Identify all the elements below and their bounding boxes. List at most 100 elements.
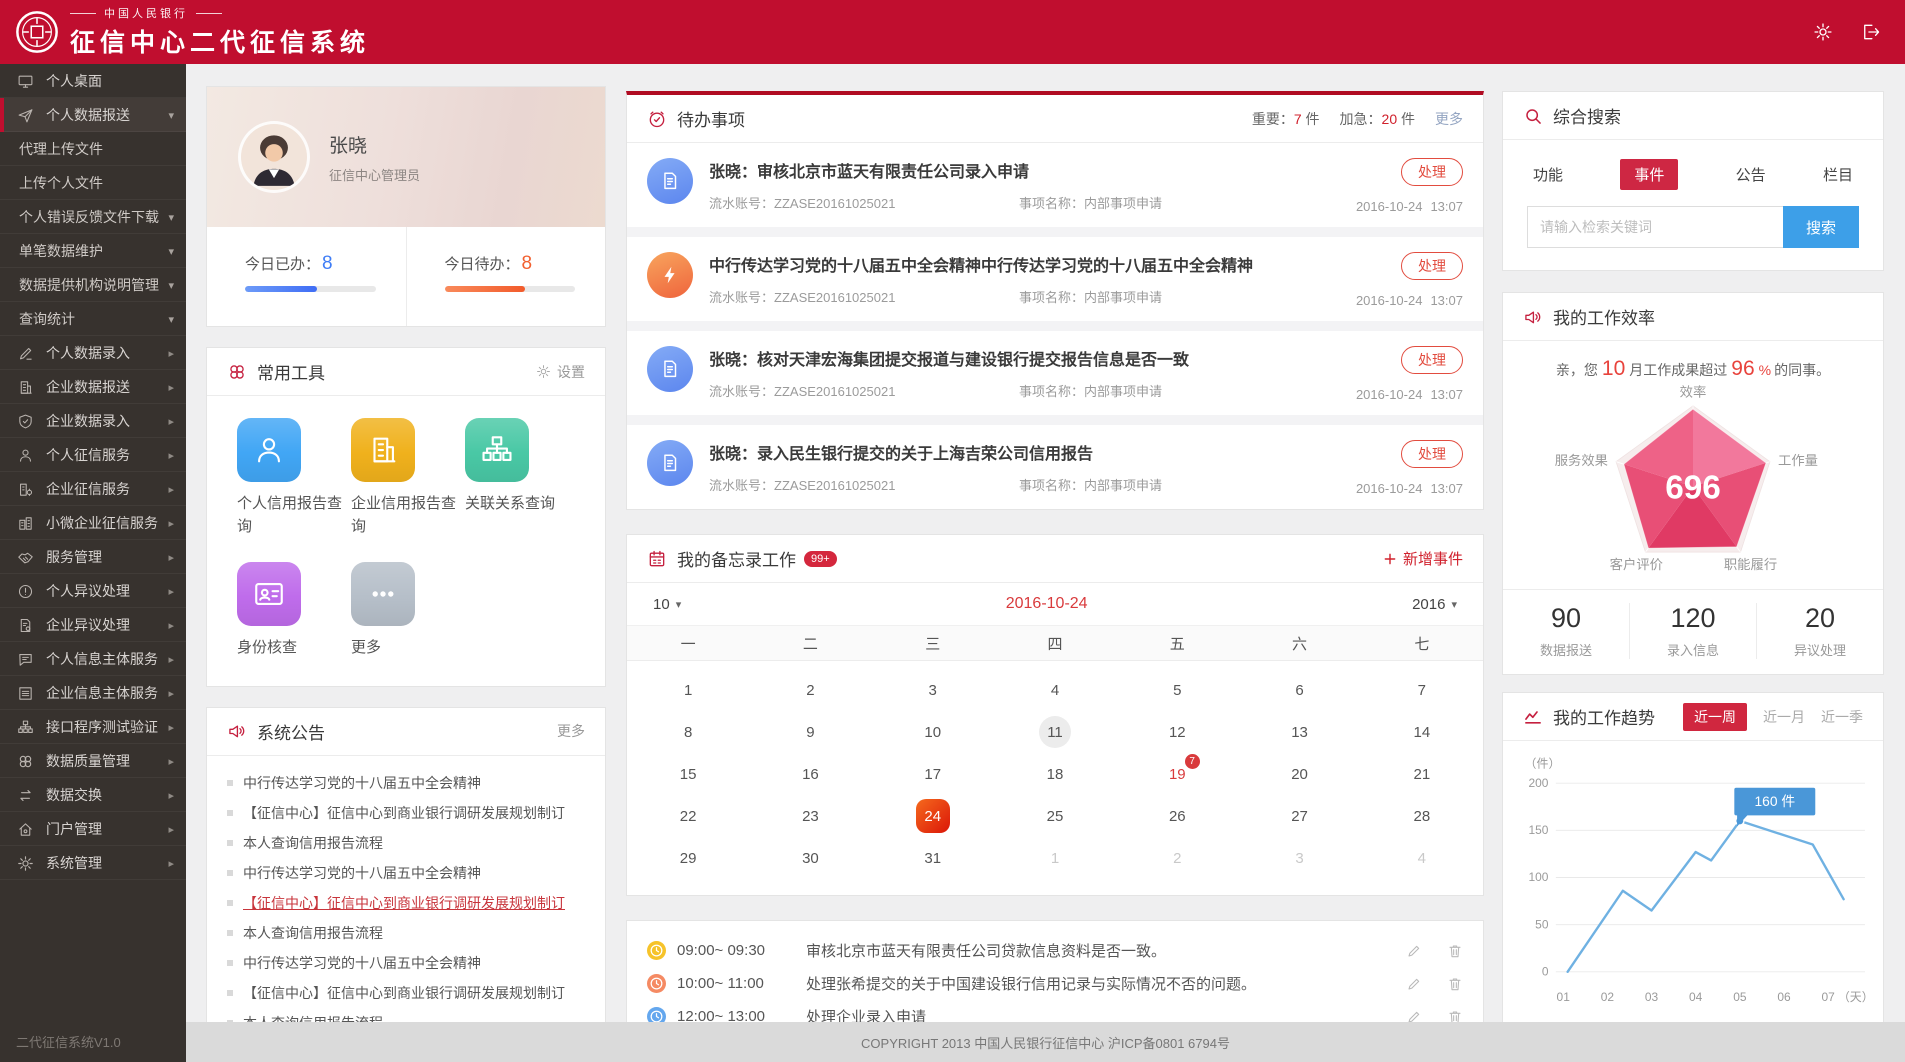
tool-item[interactable]: 关联关系查询: [465, 418, 579, 538]
sidebar-item[interactable]: 企业数据录入: [0, 404, 186, 438]
calendar-day[interactable]: 7: [1361, 669, 1483, 711]
sidebar-item[interactable]: 个人征信服务: [0, 438, 186, 472]
announcement-item[interactable]: 本人查询信用报告流程: [227, 828, 585, 858]
sidebar-item[interactable]: 上传个人文件: [0, 166, 186, 200]
sidebar-item[interactable]: 企业数据报送: [0, 370, 186, 404]
search-button[interactable]: 搜索: [1783, 206, 1859, 248]
calendar-day[interactable]: 17: [872, 753, 994, 795]
calendar-day[interactable]: 2: [1116, 837, 1238, 879]
calendar-day[interactable]: 4: [1361, 837, 1483, 879]
tool-item[interactable]: 更多: [351, 562, 465, 660]
search-tab[interactable]: 公告: [1736, 159, 1766, 190]
sidebar-item[interactable]: 企业征信服务: [0, 472, 186, 506]
calendar-day[interactable]: 26: [1116, 795, 1238, 837]
todo-item[interactable]: 张晓：核对天津宏海集团提交报道与建设银行提交报告信息是否一致 流水账号：ZZAS…: [627, 331, 1483, 415]
calendar-day[interactable]: 2: [749, 669, 871, 711]
sidebar-item[interactable]: 数据质量管理: [0, 744, 186, 778]
sidebar-item[interactable]: 单笔数据维护: [0, 234, 186, 268]
trend-tab[interactable]: 近一周: [1683, 702, 1747, 731]
calendar-day[interactable]: 12: [1116, 711, 1238, 753]
calendar-day[interactable]: 31: [872, 837, 994, 879]
tool-item[interactable]: 身份核查: [237, 562, 351, 660]
search-tab[interactable]: 事件: [1620, 159, 1679, 190]
calendar-day[interactable]: 6: [1238, 669, 1360, 711]
trend-tab[interactable]: 近一月: [1763, 707, 1805, 727]
announcement-item[interactable]: 【征信中心】征信中心到商业银行调研发展规划制订: [227, 888, 585, 918]
calendar-day[interactable]: 3: [1238, 837, 1360, 879]
sidebar-item[interactable]: 个人异议处理: [0, 574, 186, 608]
year-select[interactable]: 2016: [1412, 596, 1457, 613]
calendar-day[interactable]: 1: [627, 669, 749, 711]
month-select[interactable]: 10: [653, 596, 681, 613]
edit-icon[interactable]: [1406, 943, 1422, 959]
handle-button[interactable]: 处理: [1401, 440, 1463, 468]
calendar-day[interactable]: 27: [1238, 795, 1360, 837]
announcement-item[interactable]: 中行传达学习党的十八届五中全会精神: [227, 858, 585, 888]
calendar-day[interactable]: 13: [1238, 711, 1360, 753]
calendar-day[interactable]: 20: [1238, 753, 1360, 795]
sidebar-item[interactable]: 个人数据录入: [0, 336, 186, 370]
sidebar-item[interactable]: 代理上传文件: [0, 132, 186, 166]
handle-button[interactable]: 处理: [1401, 158, 1463, 186]
announcements-more-link[interactable]: 更多: [557, 721, 585, 741]
sidebar-item[interactable]: 数据提供机构说明管理: [0, 268, 186, 302]
sidebar-item[interactable]: 个人信息主体服务: [0, 642, 186, 676]
calendar-day[interactable]: 29: [627, 837, 749, 879]
calendar-day[interactable]: 18: [994, 753, 1116, 795]
todos-more-link[interactable]: 更多: [1435, 109, 1463, 129]
trash-icon[interactable]: [1447, 976, 1463, 992]
calendar-day[interactable]: 23: [749, 795, 871, 837]
calendar-day[interactable]: 5: [1116, 669, 1238, 711]
calendar-day[interactable]: 14: [1361, 711, 1483, 753]
edit-icon[interactable]: [1406, 976, 1422, 992]
calendar-day[interactable]: 9: [749, 711, 871, 753]
calendar-day[interactable]: 25: [994, 795, 1116, 837]
calendar-day[interactable]: 4: [994, 669, 1116, 711]
calendar-day[interactable]: 11: [994, 711, 1116, 753]
calendar-day[interactable]: 10: [872, 711, 994, 753]
calendar-day[interactable]: 3: [872, 669, 994, 711]
sidebar-item[interactable]: 企业异议处理: [0, 608, 186, 642]
calendar-day[interactable]: 21: [1361, 753, 1483, 795]
todo-item[interactable]: 张晓：审核北京市蓝天有限责任公司录入申请 流水账号：ZZASE201610250…: [627, 143, 1483, 227]
todo-item[interactable]: 张晓：录入民生银行提交的关于上海吉荣公司信用报告 流水账号：ZZASE20161…: [627, 425, 1483, 509]
settings-gear-icon[interactable]: [1813, 22, 1833, 42]
search-tab[interactable]: 栏目: [1823, 159, 1853, 190]
search-tab[interactable]: 功能: [1533, 159, 1563, 190]
handle-button[interactable]: 处理: [1401, 252, 1463, 280]
trend-tab[interactable]: 近一季: [1821, 707, 1863, 727]
calendar-day[interactable]: 24: [872, 795, 994, 837]
sidebar-item[interactable]: 服务管理: [0, 540, 186, 574]
tools-settings-button[interactable]: 设置: [536, 362, 585, 382]
calendar-day[interactable]: 16: [749, 753, 871, 795]
calendar-day[interactable]: 22: [627, 795, 749, 837]
calendar-day[interactable]: 1: [994, 837, 1116, 879]
search-input[interactable]: [1527, 206, 1783, 248]
announcement-item[interactable]: 中行传达学习党的十八届五中全会精神: [227, 768, 585, 798]
announcement-item[interactable]: 本人查询信用报告流程: [227, 918, 585, 948]
sidebar-item[interactable]: 企业信息主体服务: [0, 676, 186, 710]
sidebar-item[interactable]: 门户管理: [0, 812, 186, 846]
sidebar-item[interactable]: 查询统计: [0, 302, 186, 336]
calendar-day[interactable]: 19 7: [1116, 753, 1238, 795]
sidebar-item[interactable]: 小微企业征信服务: [0, 506, 186, 540]
tool-item[interactable]: 个人信用报告查询: [237, 418, 351, 538]
handle-button[interactable]: 处理: [1401, 346, 1463, 374]
sidebar-item[interactable]: 个人数据报送: [0, 98, 186, 132]
todo-item[interactable]: 中行传达学习党的十八届五中全会精神中行传达学习党的十八届五中全会精神 流水账号：…: [627, 237, 1483, 321]
add-event-button[interactable]: 新增事件: [1383, 548, 1463, 569]
sidebar-item[interactable]: 个人桌面: [0, 64, 186, 98]
announcement-item[interactable]: 【征信中心】征信中心到商业银行调研发展规划制订: [227, 978, 585, 1008]
calendar-day[interactable]: 28: [1361, 795, 1483, 837]
announcement-item[interactable]: 【征信中心】征信中心到商业银行调研发展规划制订: [227, 798, 585, 828]
sidebar-item[interactable]: 数据交换: [0, 778, 186, 812]
calendar-day[interactable]: 8: [627, 711, 749, 753]
trash-icon[interactable]: [1447, 943, 1463, 959]
sidebar-item[interactable]: 系统管理: [0, 846, 186, 880]
calendar-day[interactable]: 30: [749, 837, 871, 879]
sidebar-item[interactable]: 接口程序测试验证: [0, 710, 186, 744]
announcement-item[interactable]: 中行传达学习党的十八届五中全会精神: [227, 948, 585, 978]
tool-item[interactable]: 企业信用报告查询: [351, 418, 465, 538]
sidebar-item[interactable]: 个人错误反馈文件下载: [0, 200, 186, 234]
logout-icon[interactable]: [1861, 22, 1881, 42]
